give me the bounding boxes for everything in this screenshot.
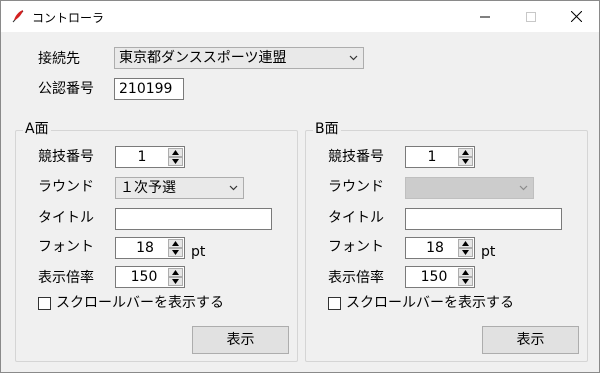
panel-a-font-label: フォント [38, 239, 94, 255]
panel-a-show-button[interactable]: 表示 [192, 326, 289, 354]
close-icon [570, 11, 582, 22]
panel-b-zoom-up-button[interactable] [458, 268, 473, 277]
triangle-down-icon [462, 279, 469, 284]
triangle-up-icon [462, 241, 469, 246]
panel-b-scrollbar-label: スクロールバーを表示する [346, 295, 514, 311]
panel-a-zoom-label: 表示倍率 [38, 270, 94, 286]
triangle-down-icon [172, 250, 179, 255]
panel-b-event-up-button[interactable] [458, 148, 473, 157]
panel-b-round-select[interactable] [405, 177, 534, 199]
panel-b-font-value: 18 [426, 240, 444, 256]
panel-b-title-input[interactable] [405, 208, 562, 230]
triangle-up-icon [172, 150, 179, 155]
panel-a-font-stepper[interactable]: 18 [115, 237, 185, 259]
minimize-icon [480, 16, 490, 17]
close-button[interactable] [553, 1, 599, 32]
panel-a-event-down-button[interactable] [168, 157, 183, 166]
controller-window: コントローラ 接続先 東京都ダンススポーツ連盟 公認番号 210199 A面 競… [0, 0, 600, 373]
panel-a-event-stepper[interactable]: 1 [115, 146, 185, 168]
panel-b-zoom-stepper[interactable]: 150 [405, 266, 475, 288]
panel-a-round-value: １次予選 [120, 180, 176, 196]
triangle-down-icon [462, 250, 469, 255]
maximize-icon [526, 11, 536, 22]
panel-a-font-value: 18 [136, 240, 154, 256]
panel-b-scrollbar-checkbox[interactable] [328, 297, 341, 310]
panel-a-title-label: タイトル [38, 210, 94, 226]
panel-a-zoom-down-button[interactable] [168, 277, 183, 286]
chevron-down-icon [349, 55, 358, 61]
panel-a-zoom-value: 150 [130, 269, 158, 285]
panel-b-font-down-button[interactable] [458, 248, 473, 257]
title-bar: コントローラ [1, 1, 599, 32]
triangle-down-icon [172, 159, 179, 164]
panel-a-title-input[interactable] [115, 208, 272, 230]
panel-a-event-label: 競技番号 [38, 149, 94, 165]
panel-a-round-label: ラウンド [38, 179, 94, 195]
panel-b-font-unit: pt [481, 244, 496, 260]
panel-a-title: A面 [23, 120, 51, 138]
cert-number-value: 210199 [119, 81, 173, 97]
triangle-up-icon [462, 150, 469, 155]
panel-b-zoom-value: 150 [420, 269, 448, 285]
panel-b-event-value: 1 [427, 149, 437, 165]
panel-a-event-value: 1 [137, 149, 147, 165]
panel-a-scrollbar-label: スクロールバーを表示する [56, 295, 224, 311]
panel-b-zoom-down-button[interactable] [458, 277, 473, 286]
panel-b-show-button[interactable]: 表示 [482, 326, 579, 354]
triangle-up-icon [172, 241, 179, 246]
panel-b-event-label: 競技番号 [328, 149, 384, 165]
chevron-down-icon [519, 185, 528, 191]
panel-a-event-up-button[interactable] [168, 148, 183, 157]
panel-a-zoom-stepper[interactable]: 150 [115, 266, 185, 288]
window-title: コントローラ [32, 11, 105, 25]
panel-a-round-select[interactable]: １次予選 [115, 177, 244, 199]
panel-b-font-up-button[interactable] [458, 239, 473, 248]
panel-a-font-up-button[interactable] [168, 239, 183, 248]
maximize-button[interactable] [508, 1, 554, 32]
panel-a-zoom-up-button[interactable] [168, 268, 183, 277]
panel-b-event-stepper[interactable]: 1 [405, 146, 475, 168]
connection-label: 接続先 [38, 51, 80, 67]
panel-b-title: B面 [313, 120, 341, 138]
triangle-up-icon [172, 270, 179, 275]
triangle-down-icon [462, 159, 469, 164]
chevron-down-icon [229, 185, 238, 191]
panel-b-font-stepper[interactable]: 18 [405, 237, 475, 259]
app-feather-icon [10, 8, 26, 24]
panel-a-font-down-button[interactable] [168, 248, 183, 257]
cert-number-field[interactable]: 210199 [114, 78, 184, 100]
panel-a-scrollbar-checkbox[interactable] [38, 297, 51, 310]
minimize-button[interactable] [462, 1, 508, 32]
connection-select[interactable]: 東京都ダンススポーツ連盟 [114, 47, 364, 69]
panel-b-font-label: フォント [328, 239, 384, 255]
triangle-up-icon [462, 270, 469, 275]
cert-number-label: 公認番号 [38, 81, 94, 97]
triangle-down-icon [172, 279, 179, 284]
panel-b-event-down-button[interactable] [458, 157, 473, 166]
panel-a-font-unit: pt [191, 244, 206, 260]
connection-value: 東京都ダンススポーツ連盟 [119, 50, 287, 66]
panel-b-zoom-label: 表示倍率 [328, 270, 384, 286]
panel-b-round-label: ラウンド [328, 179, 384, 195]
panel-b-title-label: タイトル [328, 210, 384, 226]
